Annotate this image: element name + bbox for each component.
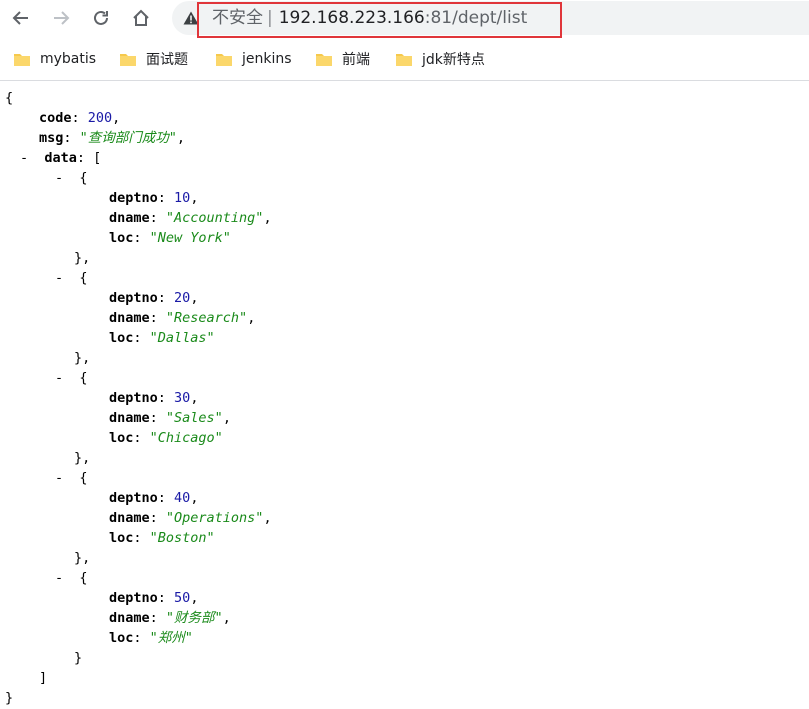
json-field-row: deptno: 40,	[109, 490, 199, 506]
json-object-open: - {	[55, 270, 88, 286]
json-field-row: dname: "财务部",	[109, 610, 231, 626]
toolbar-divider	[0, 80, 809, 81]
back-button[interactable]	[7, 4, 35, 32]
folder-icon	[396, 54, 412, 66]
json-field-row: deptno: 30,	[109, 390, 199, 406]
json-close-brace: }	[5, 690, 14, 706]
json-field-row: deptno: 20,	[109, 290, 199, 306]
json-field-row: deptno: 50,	[109, 590, 199, 606]
collapse-toggle[interactable]: -	[55, 570, 63, 586]
json-object-open: - {	[55, 470, 88, 486]
collapse-toggle[interactable]: -	[55, 370, 63, 386]
json-field-row: loc: "Boston"	[109, 530, 215, 546]
bookmarks-bar: mybatis 面试题 jenkins 前端 jdk新特点	[0, 44, 809, 74]
url-host: 192.168.223.166	[278, 8, 425, 28]
folder-icon	[316, 54, 332, 66]
json-object-close: },	[74, 450, 91, 466]
json-key: data	[44, 150, 77, 166]
collapse-toggle[interactable]: -	[55, 170, 63, 186]
bookmark-label: jdk新特点	[422, 52, 485, 68]
folder-icon	[120, 54, 136, 66]
home-icon	[133, 9, 149, 26]
folder-icon	[14, 54, 30, 66]
json-object-open: - {	[55, 370, 88, 386]
bookmark-label: 面试题	[146, 52, 188, 68]
json-number: 200	[87, 110, 113, 126]
url-path: :81/dept/list	[424, 8, 528, 28]
json-field-row: loc: "Chicago"	[109, 430, 223, 446]
json-field-row: dname: "Operations",	[109, 510, 272, 526]
bookmark-jenkins[interactable]: jenkins	[216, 48, 292, 70]
reload-icon	[94, 10, 108, 25]
bookmark-label: mybatis	[40, 51, 97, 67]
json-string: "查询部门成功"	[79, 130, 177, 146]
json-object-open: - {	[55, 170, 88, 186]
json-object-close: },	[74, 350, 91, 366]
collapse-toggle[interactable]: -	[55, 470, 63, 486]
forward-button[interactable]	[47, 4, 75, 32]
url-text[interactable]: 不安全 | 192.168.223.166:81/dept/list	[212, 7, 527, 29]
collapse-toggle[interactable]: -	[20, 150, 28, 166]
browser-toolbar: 不安全 | 192.168.223.166:81/dept/list	[0, 0, 809, 38]
json-field-row: loc: "Dallas"	[109, 330, 215, 346]
bookmark-interview[interactable]: 面试题	[120, 48, 188, 70]
json-code-row: code: 200,	[39, 110, 121, 126]
json-open-brace: {	[5, 90, 14, 106]
json-msg-row: msg: "查询部门成功",	[39, 130, 186, 146]
json-field-row: loc: "New York"	[109, 230, 231, 246]
json-object-close: },	[74, 550, 91, 566]
bookmark-jdk[interactable]: jdk新特点	[396, 48, 485, 70]
json-key: code	[39, 110, 72, 126]
json-field-row: dname: "Accounting",	[109, 210, 272, 226]
home-button[interactable]	[127, 4, 155, 32]
arrow-right-icon	[54, 11, 70, 25]
json-object-close: },	[74, 250, 91, 266]
url-separator: |	[267, 8, 273, 28]
security-label[interactable]: 不安全	[212, 8, 263, 28]
json-field-row: loc: "郑州"	[109, 630, 193, 646]
json-data-row: - data: [	[20, 150, 102, 166]
json-field-row: dname: "Research",	[109, 310, 256, 326]
json-array-close: ]	[39, 670, 48, 686]
arrow-left-icon	[12, 11, 28, 25]
bookmark-frontend[interactable]: 前端	[316, 48, 370, 70]
json-key: msg	[39, 130, 64, 146]
json-field-row: dname: "Sales",	[109, 410, 231, 426]
json-object-open: - {	[55, 570, 88, 586]
bookmark-mybatis[interactable]: mybatis	[14, 48, 96, 70]
collapse-toggle[interactable]: -	[55, 270, 63, 286]
json-field-row: deptno: 10,	[109, 190, 199, 206]
json-object-close: }	[74, 650, 83, 666]
folder-icon	[216, 54, 232, 66]
bookmark-label: jenkins	[242, 51, 292, 67]
bookmark-label: 前端	[342, 52, 370, 68]
reload-button[interactable]	[87, 4, 115, 32]
